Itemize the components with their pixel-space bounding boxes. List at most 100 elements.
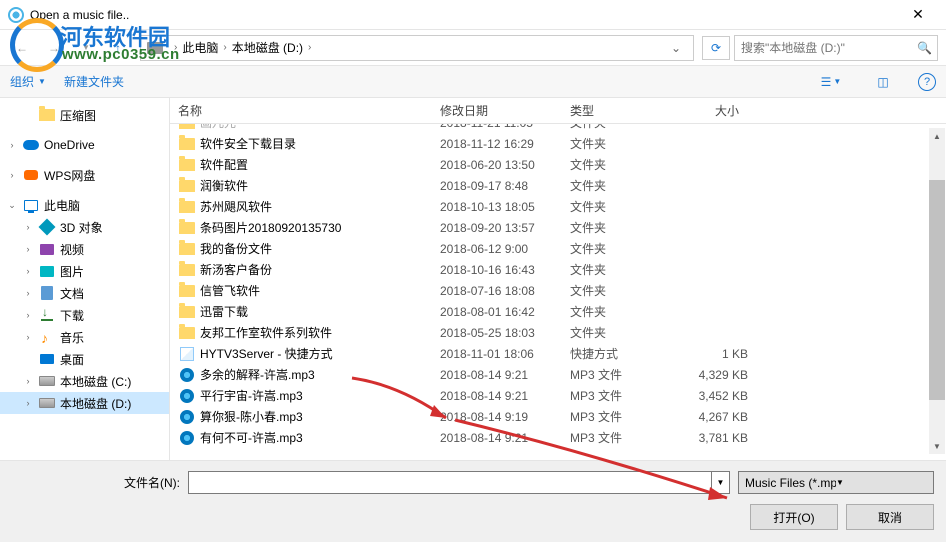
mp3-icon	[178, 409, 196, 425]
file-row[interactable]: 信管飞软件2018-07-16 18:08文件夹	[170, 280, 946, 301]
sidebar-item[interactable]: ⌄此电脑	[0, 194, 169, 216]
preview-pane-button[interactable]: ◫	[866, 71, 900, 93]
file-date: 2018-09-20 13:57	[440, 221, 570, 235]
back-button[interactable]: ←	[8, 34, 36, 62]
view-mode-button[interactable]: ☰ ▼	[814, 71, 848, 93]
vertical-scrollbar[interactable]: ▲ ▼	[929, 128, 945, 454]
file-name: 我的备份文件	[196, 240, 440, 257]
file-row[interactable]: 条码图片201809201357302018-09-20 13:57文件夹	[170, 217, 946, 238]
folder-icon	[178, 124, 196, 131]
tree-toggle-icon[interactable]: ›	[22, 288, 34, 298]
sidebar-item[interactable]: ›图片	[0, 260, 169, 282]
folder-icon	[178, 325, 196, 341]
breadcrumb-current[interactable]: 本地磁盘 (D:)	[232, 39, 303, 56]
sidebar-item[interactable]: › 视频	[0, 238, 169, 260]
file-type: 文件夹	[570, 240, 666, 257]
close-button[interactable]: ✕	[898, 0, 938, 30]
folder-icon	[178, 262, 196, 278]
filename-input[interactable]	[188, 471, 712, 494]
file-row[interactable]: 软件配置2018-06-20 13:50文件夹	[170, 154, 946, 175]
file-row[interactable]: 苏州飓风软件2018-10-13 18:05文件夹	[170, 196, 946, 217]
folder-icon	[178, 157, 196, 173]
breadcrumb[interactable]: › 此电脑 › 本地磁盘 (D:) › ⌄	[140, 35, 694, 61]
column-name[interactable]: 名称	[170, 102, 432, 119]
sidebar-item-label: 3D 对象	[60, 219, 103, 236]
refresh-button[interactable]: ⟳	[702, 36, 730, 60]
filename-history-dropdown[interactable]: ▼	[712, 471, 730, 494]
sidebar-item[interactable]: ›下载	[0, 304, 169, 326]
tree-toggle-icon[interactable]: ⌄	[6, 200, 18, 211]
file-row[interactable]: 润衡软件2018-09-17 8:48文件夹	[170, 175, 946, 196]
sidebar-item[interactable]: ›本地磁盘 (D:)	[0, 392, 169, 414]
sidebar-item-label: OneDrive	[44, 138, 95, 152]
column-date[interactable]: 修改日期	[432, 102, 562, 119]
tree-toggle-icon[interactable]: ›	[22, 222, 34, 232]
folder-icon	[178, 199, 196, 215]
open-button[interactable]: 打开(O)	[750, 504, 838, 530]
sidebar-item[interactable]: › OneDrive	[0, 134, 169, 156]
file-row[interactable]: 有何不可-许嵩.mp32018-08-14 9:21MP3 文件3,781 KB	[170, 427, 946, 448]
wps-icon	[22, 167, 40, 183]
tree-toggle-icon[interactable]: ›	[22, 398, 34, 408]
file-size: 4,267 KB	[666, 410, 748, 424]
file-row[interactable]: 我的备份文件2018-06-12 9:00文件夹	[170, 238, 946, 259]
file-date: 2018-08-14 9:21	[440, 368, 570, 382]
sidebar-item[interactable]: ›文档	[0, 282, 169, 304]
file-row[interactable]: 多余的解释-许嵩.mp32018-08-14 9:21MP3 文件4,329 K…	[170, 364, 946, 385]
file-date: 2018-06-12 9:00	[440, 242, 570, 256]
file-date: 2018-10-13 18:05	[440, 200, 570, 214]
sidebar-item[interactable]: ›本地磁盘 (C:)	[0, 370, 169, 392]
file-row[interactable]: 友邦工作室软件系列软件2018-05-25 18:03文件夹	[170, 322, 946, 343]
file-row[interactable]: HYTV3Server - 快捷方式2018-11-01 18:06快捷方式1 …	[170, 343, 946, 364]
file-row[interactable]: 平行宇宙-许嵩.mp32018-08-14 9:21MP3 文件3,452 KB	[170, 385, 946, 406]
folder-icon	[178, 178, 196, 194]
tree-toggle-icon[interactable]: ›	[22, 266, 34, 276]
column-type[interactable]: 类型	[562, 102, 658, 119]
desktop-icon	[38, 351, 56, 367]
breadcrumb-dropdown[interactable]: ⌄	[665, 41, 687, 55]
tree-toggle-icon[interactable]: ›	[6, 140, 18, 150]
breadcrumb-parent[interactable]: 此电脑	[182, 39, 218, 56]
sidebar-item[interactable]: ›♪音乐	[0, 326, 169, 348]
scrollbar-thumb[interactable]	[929, 180, 945, 400]
sidebar-item[interactable]: ›WPS网盘	[0, 164, 169, 186]
file-type: 文件夹	[570, 156, 666, 173]
tree-toggle-icon[interactable]: ›	[22, 376, 34, 386]
file-row[interactable]: 迅雷下载2018-08-01 16:42文件夹	[170, 301, 946, 322]
file-type-filter[interactable]: Music Files (*.mp3;*.wav;*.m4 ▼	[738, 471, 934, 494]
organize-menu[interactable]: 组织 ▼	[10, 73, 46, 90]
new-folder-button[interactable]: 新建文件夹	[64, 73, 124, 90]
cancel-button[interactable]: 取消	[846, 504, 934, 530]
file-type: 文件夹	[570, 198, 666, 215]
search-box[interactable]: 🔍	[734, 35, 938, 61]
search-icon[interactable]: 🔍	[917, 41, 931, 55]
tree-toggle-icon[interactable]: ›	[6, 170, 18, 180]
scroll-up-icon[interactable]: ▲	[929, 128, 945, 144]
folder-icon	[178, 304, 196, 320]
column-size[interactable]: 大小	[658, 102, 748, 119]
sidebar-item[interactable]: › 3D 对象	[0, 216, 169, 238]
file-type: MP3 文件	[570, 408, 666, 425]
scroll-down-icon[interactable]: ▼	[929, 438, 945, 454]
file-row[interactable]: 软件安全下载目录2018-11-12 16:29文件夹	[170, 133, 946, 154]
window-title: Open a music file..	[30, 8, 898, 22]
search-input[interactable]	[741, 41, 917, 55]
file-row[interactable]: 画儿元2018-11-21 11:05文件夹	[170, 124, 946, 133]
file-row[interactable]: 算你狠-陈小春.mp32018-08-14 9:19MP3 文件4,267 KB	[170, 406, 946, 427]
sidebar-item[interactable]: 压缩图	[0, 104, 169, 126]
tree-toggle-icon[interactable]: ›	[22, 244, 34, 254]
file-name: 条码图片20180920135730	[196, 219, 440, 236]
sidebar-item-label: 视频	[60, 241, 84, 258]
file-name: 有何不可-许嵩.mp3	[196, 429, 440, 446]
sidebar-item[interactable]: 桌面	[0, 348, 169, 370]
file-row[interactable]: 新汤客户备份2018-10-16 16:43文件夹	[170, 259, 946, 280]
help-button[interactable]: ?	[918, 73, 936, 91]
nav-bar: ← → ▼ ↑ › 此电脑 › 本地磁盘 (D:) › ⌄ ⟳ 🔍	[0, 30, 946, 66]
pc-icon	[22, 197, 40, 213]
tree-toggle-icon[interactable]: ›	[22, 310, 34, 320]
up-button[interactable]: ↑	[104, 34, 132, 62]
tree-toggle-icon[interactable]: ›	[22, 332, 34, 342]
recent-dropdown[interactable]: ▼	[72, 34, 100, 62]
music-icon: ♪	[38, 329, 56, 345]
folder-icon	[178, 220, 196, 236]
